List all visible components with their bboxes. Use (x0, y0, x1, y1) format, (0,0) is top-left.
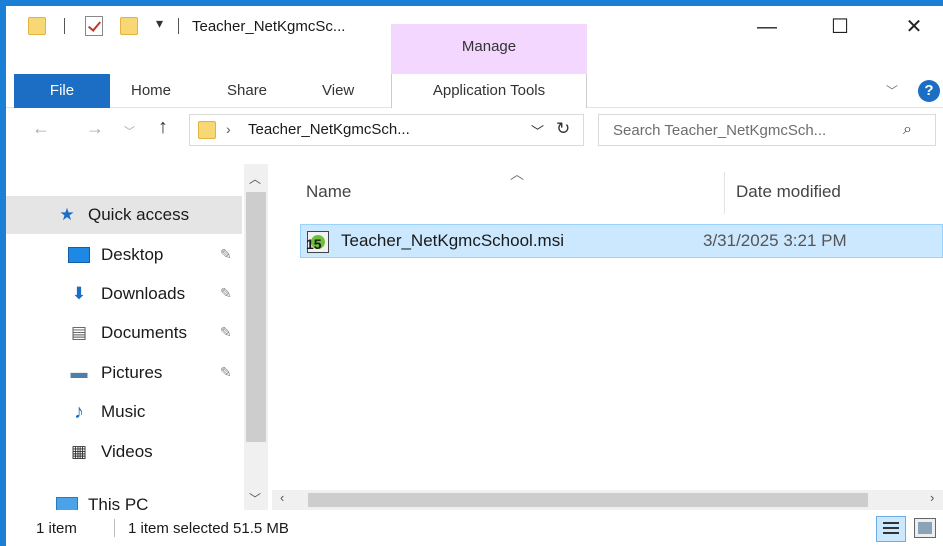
qat-separator (64, 18, 65, 34)
document-icon: ▤ (70, 323, 88, 342)
minimize-button[interactable]: — (739, 6, 795, 48)
back-arrow-icon[interactable]: ← (32, 118, 50, 139)
ribbon-tabs: File Home Share View Application Tools ﹀… (6, 74, 943, 108)
item-count: 1 item (36, 520, 77, 537)
address-dropdown-icon[interactable]: ﹀ (531, 121, 544, 140)
pin-icon: ✎ (220, 324, 232, 340)
window-title: Teacher_NetKgmcSc... (192, 18, 346, 35)
manage-contextual-tab[interactable]: Manage (391, 24, 587, 74)
pin-icon: ✎ (220, 364, 232, 380)
forward-arrow-icon[interactable]: → (86, 118, 104, 139)
tab-file[interactable]: File (14, 74, 110, 108)
maximize-button[interactable]: ☐ (812, 6, 868, 48)
search-icon: ⌕ (903, 121, 912, 138)
sidebar-item-label: Music (101, 402, 146, 421)
file-date-modified: 3/31/2025 3:21 PM (703, 231, 847, 250)
tab-application-tools[interactable]: Application Tools (391, 74, 587, 108)
film-icon: ▦ (70, 442, 88, 461)
nav-pane-scrollbar[interactable]: ︿ ﹀ (244, 164, 268, 510)
download-arrow-icon: ⬇ (71, 284, 87, 303)
star-icon: ★ (59, 205, 75, 224)
file-explorer-window: ▾ Teacher_NetKgmcSc... Manage — ☐ ✕ File… (0, 0, 943, 546)
pictures-icon: ▬ (70, 363, 88, 382)
customize-qat-dropdown-icon[interactable]: ▾ (156, 15, 163, 32)
column-divider[interactable] (724, 172, 725, 214)
selection-info: 1 item selected 51.5 MB (128, 520, 289, 537)
breadcrumb-separator-icon[interactable]: › (226, 121, 231, 137)
sidebar-item-videos[interactable]: ▦ Videos (6, 433, 242, 471)
navigation-bar: ← → ﹀ ↑ › Teacher_NetKgmcSch... ﹀ ↻ Sear… (6, 108, 943, 152)
scroll-down-arrow-icon[interactable]: ﹀ (249, 490, 261, 507)
properties-check-icon[interactable] (85, 16, 103, 36)
sidebar-item-downloads[interactable]: ⬇ Downloads ✎ (6, 275, 242, 313)
details-view-icon[interactable] (876, 516, 906, 542)
sort-ascending-icon: ︿ (510, 166, 524, 182)
sidebar-item-label: Videos (101, 442, 153, 461)
file-row[interactable]: Teacher_NetKgmcSchool.msi 3/31/2025 3:21… (300, 224, 943, 258)
up-arrow-icon[interactable]: ↑ (158, 116, 168, 139)
msi-installer-icon (306, 231, 329, 253)
search-box[interactable]: Search Teacher_NetKgmcSch... ⌕ (598, 114, 936, 146)
tab-view[interactable]: View (322, 74, 354, 108)
column-header-name[interactable]: Name (306, 182, 351, 202)
scroll-right-arrow-icon[interactable]: › (930, 490, 934, 505)
status-bar: 1 item 1 item selected 51.5 MB (6, 510, 943, 546)
sidebar-item-pictures[interactable]: ▬ Pictures ✎ (6, 354, 242, 392)
column-header-date-modified[interactable]: Date modified (736, 182, 841, 202)
refresh-icon[interactable]: ↻ (556, 119, 570, 139)
file-list: ︿ Name Date modified Teacher_NetKgmcScho… (268, 164, 943, 510)
sidebar-item-label: Pictures (101, 363, 163, 382)
close-button[interactable]: ✕ (886, 6, 942, 48)
sidebar-item-music[interactable]: ♪ Music (6, 393, 242, 431)
search-input[interactable]: Search Teacher_NetKgmcSch... (613, 122, 826, 139)
large-icons-view-icon[interactable] (914, 518, 936, 538)
folder-icon (28, 17, 46, 35)
sidebar-item-label: Quick access (88, 205, 190, 224)
pin-icon: ✎ (220, 285, 232, 301)
sidebar-item-documents[interactable]: ▤ Documents ✎ (6, 314, 242, 352)
address-bar[interactable]: › Teacher_NetKgmcSch... ﹀ ↻ (189, 114, 584, 146)
sidebar-item-desktop[interactable]: Desktop ✎ (6, 236, 242, 274)
sidebar-item-quick-access[interactable]: ★ Quick access (6, 196, 242, 234)
sidebar-item-label: Desktop (101, 245, 164, 264)
pin-icon: ✎ (220, 246, 232, 262)
navigation-pane: ★ Quick access Desktop ✎ ⬇ Downloads ✎ ▤… (6, 164, 268, 514)
desktop-icon (68, 247, 90, 263)
sidebar-item-label: Documents (101, 323, 187, 342)
file-name: Teacher_NetKgmcSchool.msi (341, 231, 564, 250)
new-folder-icon[interactable] (120, 17, 138, 35)
status-separator (114, 519, 115, 537)
scrollbar-thumb[interactable] (246, 192, 266, 442)
scroll-left-arrow-icon[interactable]: ‹ (280, 490, 284, 505)
scrollbar-thumb[interactable] (308, 493, 868, 507)
recent-locations-chevron-icon[interactable]: ﹀ (124, 123, 135, 139)
horizontal-scrollbar[interactable]: ‹ › (272, 490, 943, 510)
sidebar-item-label: Downloads (101, 284, 186, 303)
breadcrumb-current[interactable]: Teacher_NetKgmcSch... (248, 121, 410, 138)
music-note-icon: ♪ (74, 401, 84, 423)
tab-share[interactable]: Share (227, 74, 267, 108)
tab-home[interactable]: Home (131, 74, 171, 108)
title-bar: ▾ Teacher_NetKgmcSc... Manage — ☐ ✕ (6, 6, 943, 74)
manage-label: Manage (461, 38, 517, 55)
qat-separator (178, 18, 179, 34)
folder-icon (198, 121, 216, 139)
expand-ribbon-chevron-icon[interactable]: ﹀ (886, 82, 898, 99)
help-icon[interactable]: ? (918, 80, 940, 102)
scroll-up-arrow-icon[interactable]: ︿ (249, 170, 261, 187)
